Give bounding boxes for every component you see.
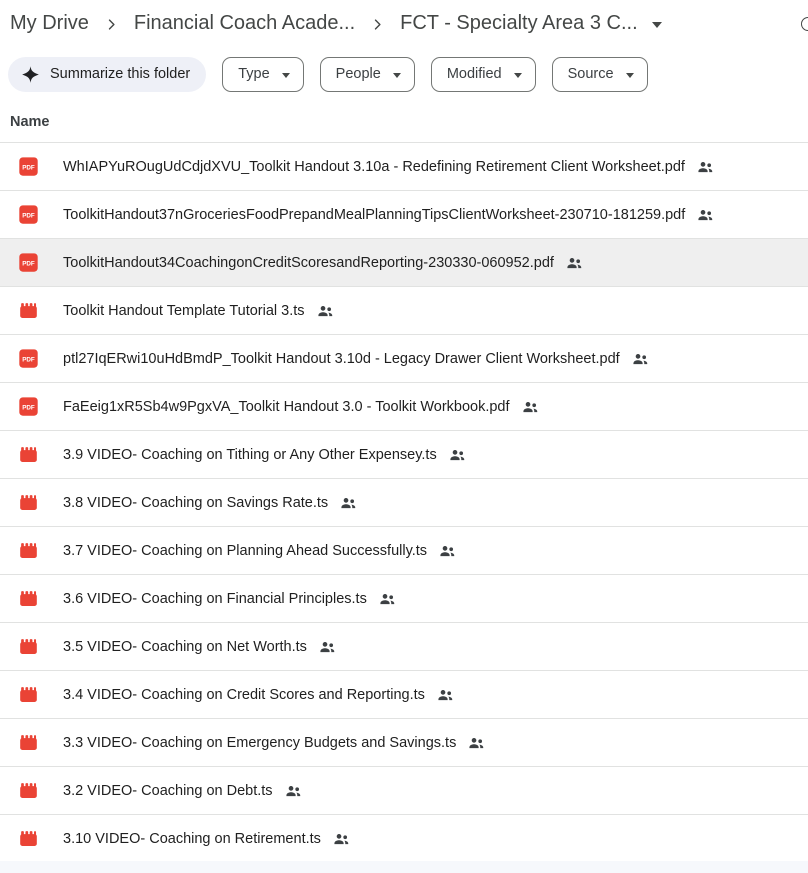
pdf-file-icon: PDF (18, 396, 39, 417)
filter-type-button[interactable]: Type (222, 57, 303, 92)
shared-people-icon (449, 446, 466, 463)
video-file-icon (18, 540, 39, 561)
chevron-down-icon (514, 73, 522, 78)
filter-modified-button[interactable]: Modified (431, 57, 536, 92)
shared-people-icon (522, 398, 539, 415)
shared-people-icon (439, 542, 456, 559)
file-name: FaEeig1xR5Sb4w9PgxVA_Toolkit Handout 3.0… (63, 399, 510, 415)
filter-people-label: People (336, 66, 381, 82)
file-row[interactable]: PDF 3.9 VIDEO- Coaching on Tithing or An… (0, 431, 808, 479)
file-row[interactable]: PDF ptl27IqERwi10uHdBmdP_Toolkit Handout… (0, 335, 808, 383)
file-name: ToolkitHandout34CoachingonCreditScoresan… (63, 255, 554, 271)
shared-people-icon (468, 734, 485, 751)
shared-people-icon (697, 158, 714, 175)
breadcrumb-item-my-drive[interactable]: My Drive (10, 12, 89, 35)
bottom-strip (0, 861, 808, 873)
file-row[interactable]: PDF 3.10 VIDEO- Coaching on Retirement.t… (0, 815, 808, 863)
file-name: Toolkit Handout Template Tutorial 3.ts (63, 303, 305, 319)
file-row[interactable]: PDF ToolkitHandout34CoachingonCreditScor… (0, 239, 808, 287)
video-file-icon (18, 588, 39, 609)
shared-people-icon (379, 590, 396, 607)
chevron-right-icon (368, 15, 387, 34)
svg-text:PDF: PDF (22, 165, 35, 172)
shared-people-icon (285, 782, 302, 799)
filter-source-button[interactable]: Source (552, 57, 648, 92)
filter-source-label: Source (568, 66, 614, 82)
file-name: ToolkitHandout37nGroceriesFoodPrepandMea… (63, 207, 685, 223)
file-name: 3.6 VIDEO- Coaching on Financial Princip… (63, 591, 367, 607)
shared-people-icon (437, 686, 454, 703)
svg-text:PDF: PDF (22, 261, 35, 268)
video-file-icon (18, 492, 39, 513)
svg-text:PDF: PDF (22, 405, 35, 412)
video-file-icon (18, 300, 39, 321)
file-name: 3.4 VIDEO- Coaching on Credit Scores and… (63, 687, 425, 703)
cut-off-edge-icon (801, 17, 808, 31)
file-row[interactable]: PDF 3.7 VIDEO- Coaching on Planning Ahea… (0, 527, 808, 575)
filter-people-button[interactable]: People (320, 57, 415, 92)
summarize-folder-label: Summarize this folder (50, 66, 190, 82)
breadcrumb-item-current-folder[interactable]: FCT - Specialty Area 3 C... (400, 12, 638, 35)
file-row[interactable]: PDF FaEeig1xR5Sb4w9PgxVA_Toolkit Handout… (0, 383, 808, 431)
video-file-icon (18, 684, 39, 705)
filter-type-label: Type (238, 66, 269, 82)
file-name: 3.3 VIDEO- Coaching on Emergency Budgets… (63, 735, 456, 751)
chevron-down-icon (393, 73, 401, 78)
file-row[interactable]: PDF 3.3 VIDEO- Coaching on Emergency Bud… (0, 719, 808, 767)
name-column-header[interactable]: Name (0, 114, 808, 143)
file-row[interactable]: PDF 3.5 VIDEO- Coaching on Net Worth.ts (0, 623, 808, 671)
video-file-icon (18, 780, 39, 801)
chevron-down-icon (626, 73, 634, 78)
file-row[interactable]: PDF Toolkit Handout Template Tutorial 3.… (0, 287, 808, 335)
shared-people-icon (340, 494, 357, 511)
file-list: PDF WhIAPYuROugUdCdjdXVU_Toolkit Handout… (0, 143, 808, 863)
file-row[interactable]: PDF 3.6 VIDEO- Coaching on Financial Pri… (0, 575, 808, 623)
svg-text:PDF: PDF (22, 357, 35, 364)
toolbar: Summarize this folder Type People Modifi… (0, 56, 808, 92)
file-row[interactable]: PDF WhIAPYuROugUdCdjdXVU_Toolkit Handout… (0, 143, 808, 191)
video-file-icon (18, 732, 39, 753)
pdf-file-icon: PDF (18, 156, 39, 177)
breadcrumb: My Drive Financial Coach Acade... FCT - … (0, 0, 808, 46)
file-name: 3.10 VIDEO- Coaching on Retirement.ts (63, 831, 321, 847)
file-name: WhIAPYuROugUdCdjdXVU_Toolkit Handout 3.1… (63, 159, 685, 175)
file-name: 3.2 VIDEO- Coaching on Debt.ts (63, 783, 273, 799)
filter-modified-label: Modified (447, 66, 502, 82)
file-row[interactable]: PDF 3.2 VIDEO- Coaching on Debt.ts (0, 767, 808, 815)
file-name: 3.8 VIDEO- Coaching on Savings Rate.ts (63, 495, 328, 511)
breadcrumb-item-financial-coach[interactable]: Financial Coach Acade... (134, 12, 355, 35)
file-row[interactable]: PDF ToolkitHandout37nGroceriesFoodPrepan… (0, 191, 808, 239)
shared-people-icon (317, 302, 334, 319)
shared-people-icon (566, 254, 583, 271)
chevron-down-icon (282, 73, 290, 78)
shared-people-icon (632, 350, 649, 367)
file-name: ptl27IqERwi10uHdBmdP_Toolkit Handout 3.1… (63, 351, 620, 367)
shared-people-icon (333, 830, 350, 847)
folder-menu-caret-icon[interactable] (652, 22, 662, 28)
pdf-file-icon: PDF (18, 204, 39, 225)
video-file-icon (18, 828, 39, 849)
file-name: 3.5 VIDEO- Coaching on Net Worth.ts (63, 639, 307, 655)
file-name: 3.9 VIDEO- Coaching on Tithing or Any Ot… (63, 447, 437, 463)
shared-people-icon (319, 638, 336, 655)
chevron-right-icon (102, 15, 121, 34)
svg-text:PDF: PDF (22, 213, 35, 220)
pdf-file-icon: PDF (18, 252, 39, 273)
sparkle-icon (21, 65, 40, 84)
summarize-folder-button[interactable]: Summarize this folder (8, 57, 206, 92)
file-row[interactable]: PDF 3.8 VIDEO- Coaching on Savings Rate.… (0, 479, 808, 527)
shared-people-icon (697, 206, 714, 223)
video-file-icon (18, 636, 39, 657)
file-row[interactable]: PDF 3.4 VIDEO- Coaching on Credit Scores… (0, 671, 808, 719)
video-file-icon (18, 444, 39, 465)
pdf-file-icon: PDF (18, 348, 39, 369)
file-name: 3.7 VIDEO- Coaching on Planning Ahead Su… (63, 543, 427, 559)
